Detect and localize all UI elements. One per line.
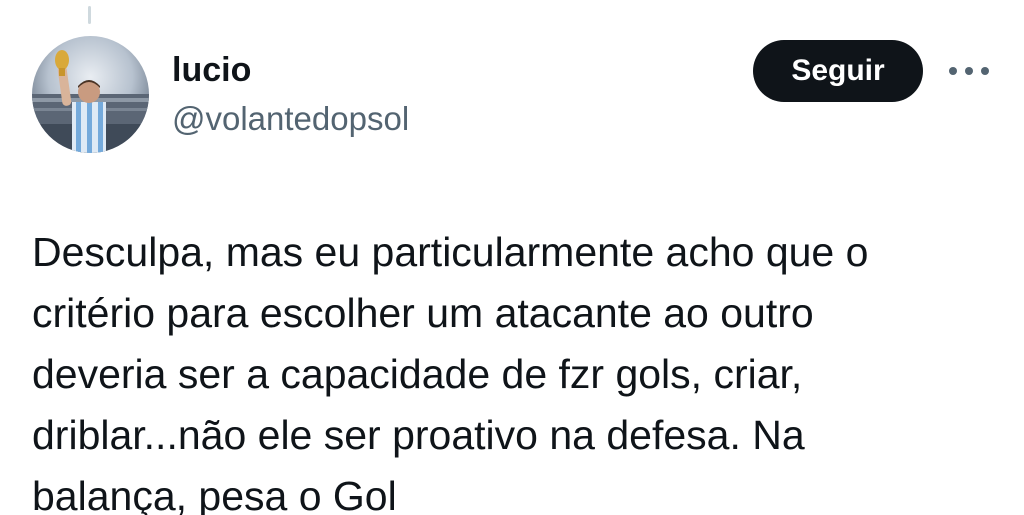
avatar[interactable]: [32, 36, 149, 153]
more-options-button[interactable]: [944, 56, 994, 86]
follow-button[interactable]: Seguir: [753, 40, 923, 102]
avatar-image: [32, 36, 149, 153]
author-handle[interactable]: @volantedopsol: [172, 98, 409, 140]
thread-connector-line: [88, 6, 91, 24]
tweet-card: lucio @volantedopsol Seguir Desculpa, ma…: [0, 0, 1024, 515]
more-horizontal-icon: [949, 67, 989, 75]
tweet-text: Desculpa, mas eu particularmente acho qu…: [32, 229, 869, 515]
author-display-name[interactable]: lucio: [172, 48, 251, 92]
